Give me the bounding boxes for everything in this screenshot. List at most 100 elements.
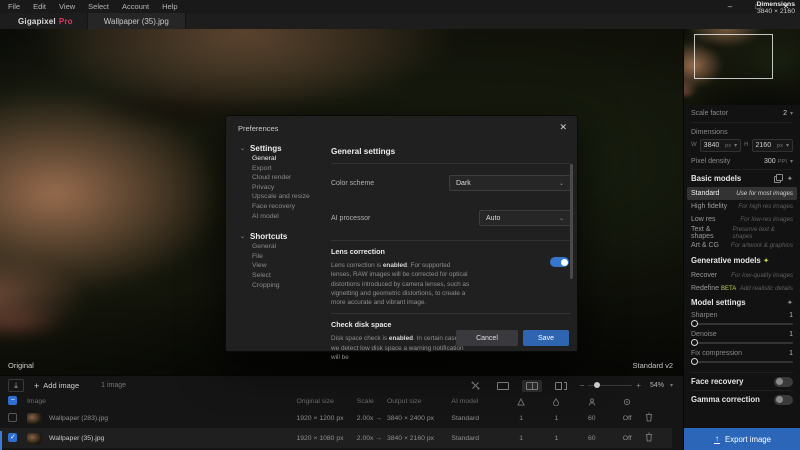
- menu-select[interactable]: Select: [88, 2, 109, 11]
- image-count-label: 1 image: [101, 382, 126, 389]
- nav-item-general[interactable]: General: [240, 155, 330, 165]
- color-scheme-select[interactable]: Dark⌄: [449, 175, 571, 191]
- sharpen-slider[interactable]: Sharpen1: [691, 310, 793, 329]
- menu-account[interactable]: Account: [122, 2, 149, 11]
- cancel-button[interactable]: Cancel: [456, 330, 518, 346]
- face-recovery-column-icon: [588, 398, 596, 405]
- menu-help[interactable]: Help: [162, 2, 177, 11]
- split-view-icon[interactable]: [522, 380, 542, 392]
- nav-item-upscale-resize[interactable]: Upscale and resize: [240, 193, 330, 203]
- disk-space-title: Check disk space: [331, 320, 571, 329]
- generative-models-header: Generative models ✦: [691, 252, 793, 269]
- auto-settings-icon[interactable]: ✦: [787, 298, 793, 307]
- column-scale: Scale: [357, 395, 387, 408]
- delete-row-icon[interactable]: [645, 437, 653, 444]
- sparkle-icon: ✦: [763, 256, 769, 265]
- fix-compression-slider[interactable]: Fix compression1: [691, 348, 793, 367]
- tab-wallpaper-35[interactable]: Wallpaper (35).jpg: [87, 13, 186, 29]
- single-view-icon[interactable]: [493, 380, 513, 392]
- menu-edit[interactable]: Edit: [33, 2, 46, 11]
- zoom-out-icon[interactable]: −: [580, 381, 585, 390]
- delete-row-icon[interactable]: [645, 417, 653, 424]
- face-recovery-value: 60: [574, 408, 609, 428]
- denoise-column-icon: [552, 398, 560, 405]
- slider-handle[interactable]: [691, 339, 698, 346]
- height-prefix: H: [744, 142, 748, 148]
- dimensions-inputs-row: W 3840 px▾ H 2160 px▾: [691, 136, 793, 154]
- navigation-thumbnail[interactable]: [684, 29, 800, 105]
- model-recover[interactable]: RecoverFor low-quality images: [687, 269, 797, 282]
- model-redefine[interactable]: RedefineBETA Add realistic details: [687, 282, 797, 295]
- dimensions-overlay: Dimensions 3840 × 2160: [756, 1, 795, 15]
- column-ai-model: AI model: [451, 395, 503, 408]
- save-button[interactable]: Save: [523, 330, 569, 346]
- menu-view[interactable]: View: [59, 2, 75, 11]
- ai-model-value: Standard: [451, 408, 503, 428]
- bottom-panel: ⤓ + Add image 1 image − + 54%▾: [0, 375, 683, 450]
- dialog-close-icon[interactable]: ✕: [559, 122, 567, 133]
- nav-item-shortcuts-cropping[interactable]: Cropping: [240, 282, 330, 292]
- ai-processor-row: AI processor Auto⌄: [331, 210, 571, 226]
- nav-shortcuts-header[interactable]: ⌄ Shortcuts: [240, 230, 330, 243]
- compare-view-icon[interactable]: [467, 379, 484, 392]
- nav-item-ai-model[interactable]: AI model: [240, 213, 330, 223]
- chevron-down-icon: ▾: [670, 382, 673, 389]
- nav-item-privacy[interactable]: Privacy: [240, 184, 330, 194]
- model-low-res[interactable]: Low resFor low-res images: [687, 213, 797, 226]
- pixel-density-select[interactable]: 300 PPI▾: [764, 158, 793, 165]
- menu-file[interactable]: File: [8, 2, 20, 11]
- zoom-level-select[interactable]: 54%▾: [650, 382, 673, 389]
- slider-handle[interactable]: [691, 320, 698, 327]
- app-name: Gigapixel: [18, 17, 56, 26]
- model-text-shapes[interactable]: Text & shapesPreserve text & shapes: [687, 226, 797, 239]
- model-art-cg[interactable]: Art & CGFor artwork & graphics: [687, 239, 797, 252]
- row-checkbox[interactable]: [8, 413, 17, 422]
- file-name: Wallpaper (35).jpg: [49, 435, 104, 442]
- ai-processor-select[interactable]: Auto⌄: [479, 210, 571, 226]
- select-all-checkbox[interactable]: [8, 396, 17, 405]
- model-high-fidelity[interactable]: High fidelityFor high res images: [687, 200, 797, 213]
- lens-correction-toggle[interactable]: [550, 257, 569, 267]
- plus-icon: +: [34, 381, 39, 391]
- active-model-badge: Standard v2: [633, 361, 673, 370]
- viewport-rectangle[interactable]: [694, 34, 773, 79]
- lens-correction-title: Lens correction: [331, 247, 571, 256]
- scale-factor-label: Scale factor: [691, 110, 728, 117]
- nav-item-shortcuts-file[interactable]: File: [240, 253, 330, 263]
- file-row-wallpaper-283[interactable]: Wallpaper (283).jpg 1920 × 1200 px 2.00x…: [0, 408, 672, 428]
- zoom-slider-handle[interactable]: [594, 382, 600, 388]
- height-input[interactable]: 2160 px▾: [752, 139, 794, 152]
- nav-item-shortcuts-select[interactable]: Select: [240, 272, 330, 282]
- auto-model-icon[interactable]: ✦: [787, 174, 793, 183]
- side-by-side-view-icon[interactable]: [551, 380, 571, 392]
- nav-settings-header[interactable]: ⌄ Settings: [240, 142, 330, 155]
- denoise-slider[interactable]: Denoise1: [691, 329, 793, 348]
- compare-models-icon[interactable]: [774, 174, 781, 181]
- minimize-icon[interactable]: –: [716, 0, 744, 13]
- file-table-header: Image Original size Scale Output size AI…: [0, 395, 672, 408]
- denoise-value: 1: [539, 428, 574, 448]
- gamma-correction-toggle[interactable]: [774, 395, 793, 405]
- nav-item-export[interactable]: Export: [240, 165, 330, 175]
- ai-model-value: Standard: [451, 428, 503, 448]
- zoom-slider[interactable]: − +: [580, 381, 641, 390]
- add-image-button[interactable]: + Add image: [34, 381, 79, 391]
- zoom-in-icon[interactable]: +: [636, 381, 641, 390]
- dimensions-overlay-label: Dimensions: [756, 1, 795, 8]
- scale-factor-select[interactable]: 2▾: [783, 110, 793, 117]
- nav-item-cloud-render[interactable]: Cloud render: [240, 174, 330, 184]
- column-image: Image: [27, 395, 296, 408]
- scale-factor-row: Scale factor 2▾: [691, 105, 793, 123]
- face-recovery-toggle[interactable]: [774, 377, 793, 387]
- row-checkbox[interactable]: [8, 433, 17, 442]
- nav-item-face-recovery[interactable]: Face recovery: [240, 203, 330, 213]
- model-standard[interactable]: StandardUse for most images: [687, 187, 797, 200]
- width-input[interactable]: 3840 px▾: [700, 139, 742, 152]
- nav-item-shortcuts-general[interactable]: General: [240, 243, 330, 253]
- dialog-scrollbar[interactable]: [570, 164, 573, 279]
- import-queue-icon[interactable]: ⤓: [8, 379, 24, 392]
- file-row-wallpaper-35[interactable]: Wallpaper (35).jpg 1920 × 1080 px 2.00x …: [0, 428, 672, 448]
- export-image-button[interactable]: ↑ Export image: [684, 428, 800, 450]
- nav-item-shortcuts-view[interactable]: View: [240, 262, 330, 272]
- slider-handle[interactable]: [691, 358, 698, 365]
